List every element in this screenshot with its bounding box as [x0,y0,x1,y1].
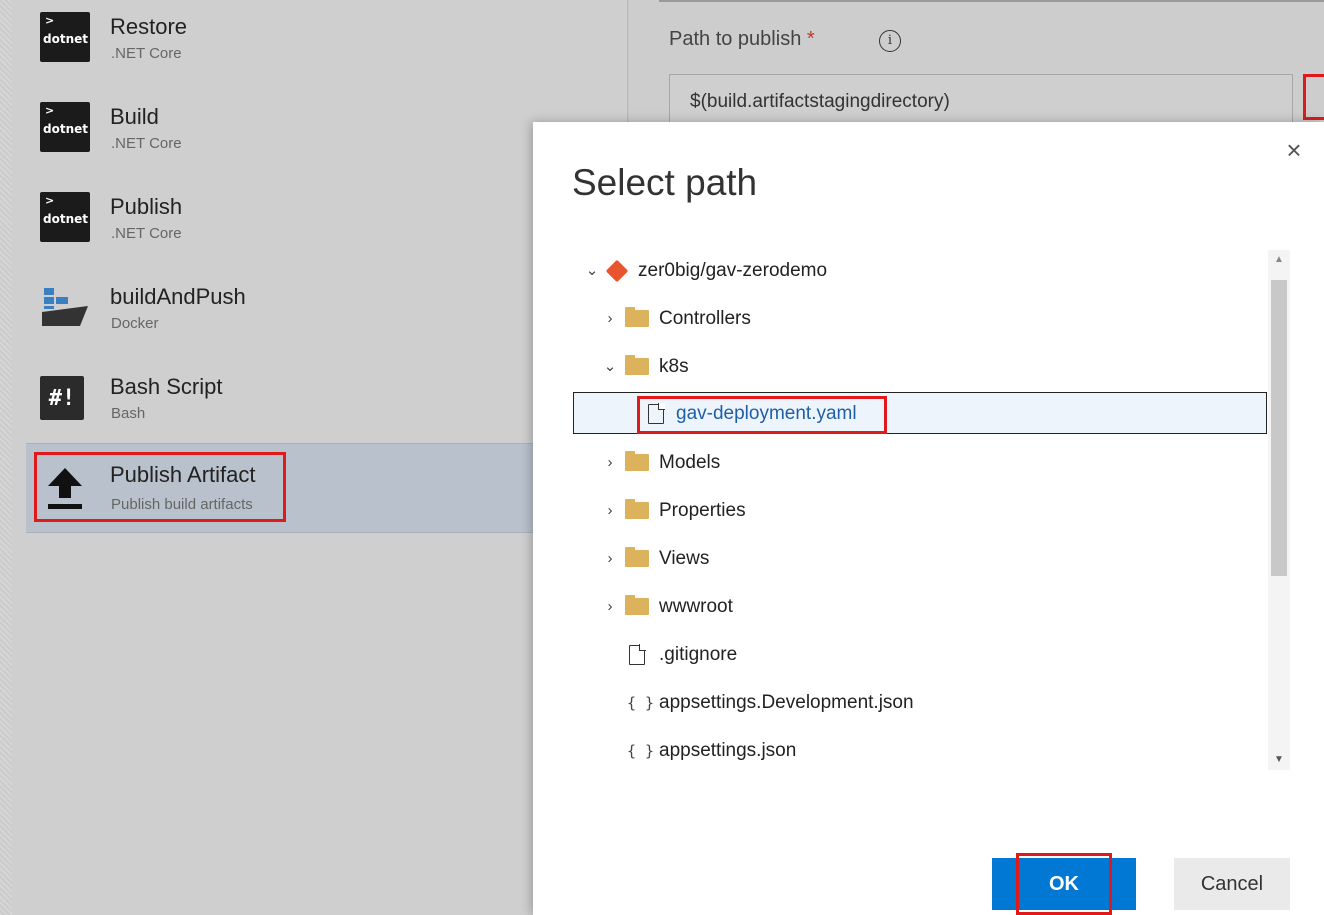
info-icon[interactable]: i [879,30,901,52]
scroll-down-icon[interactable]: ▼ [1268,750,1290,770]
task-subtitle: .NET Core [111,225,182,242]
task-title: buildAndPush [110,284,246,309]
tree-scrollbar[interactable]: ▲ ▼ [1268,250,1290,770]
divider [659,0,1324,2]
file-icon [629,644,646,665]
json-braces-icon: { } [627,694,655,712]
select-path-dialog: × Select path ⌄ zer0big/gav-zerodemo › C… [533,122,1324,915]
dialog-title: Select path [572,162,758,203]
task-subtitle: Docker [111,315,159,332]
chevron-down-icon[interactable]: ⌄ [603,346,617,388]
dotnet-icon: > dotnet [40,12,90,62]
scrollbar-thumb[interactable] [1271,280,1287,576]
task-title: Restore [110,14,188,39]
task-subtitle: .NET Core [111,45,182,62]
tree-item-repo[interactable]: ⌄ zer0big/gav-zerodemo [573,250,1267,292]
chevron-right-icon[interactable]: › [603,298,617,340]
highlight-selected-file [637,396,887,434]
task-subtitle: Bash [111,405,146,422]
scroll-up-icon[interactable]: ▲ [1268,250,1290,270]
chevron-right-icon[interactable]: › [603,586,617,628]
docker-icon [40,282,90,332]
task-restore[interactable]: > dotnet Restore .NET Core [26,0,628,90]
folder-icon [625,451,649,471]
chevron-down-icon[interactable]: ⌄ [585,250,599,292]
tree-item-folder[interactable]: › Properties [573,490,1267,532]
tree-item-file[interactable]: .gitignore [573,634,1267,676]
folder-icon [625,499,649,519]
tree-item-folder[interactable]: › Controllers [573,298,1267,340]
task-title: Bash Script [110,374,223,399]
folder-icon [625,307,649,327]
git-repo-icon [605,259,629,283]
task-title: Publish [110,194,183,219]
json-braces-icon: { } [627,742,655,760]
browse-path-button[interactable] [1303,74,1324,120]
task-subtitle: .NET Core [111,135,182,152]
path-tree: ⌄ zer0big/gav-zerodemo › Controllers ⌄ k… [573,250,1293,770]
path-to-publish-label: Path to publish * [669,28,815,50]
tree-item-json[interactable]: { } appsettings.Development.json [573,682,1267,724]
tree-item-folder[interactable]: › Views [573,538,1267,580]
cancel-button[interactable]: Cancel [1174,858,1290,910]
chevron-right-icon[interactable]: › [603,538,617,580]
tree-item-folder[interactable]: › wwwroot [573,586,1267,628]
tree-item-json[interactable]: { } appsettings.json [573,730,1267,770]
path-to-publish-input[interactable]: $(build.artifactstagingdirectory) [669,74,1293,128]
dotnet-icon: > dotnet [40,102,90,152]
dotnet-icon: > dotnet [40,192,90,242]
folder-icon [625,547,649,567]
folder-icon [625,355,649,375]
chevron-right-icon[interactable]: › [603,490,617,532]
highlight-ok-button [1016,853,1112,915]
task-title: Build [110,104,159,129]
tree-item-folder[interactable]: › Models [573,442,1267,484]
highlight-publish-artifact [34,452,286,522]
tree-item-folder[interactable]: ⌄ k8s [573,346,1267,388]
bash-icon: #! [40,376,84,420]
chevron-right-icon[interactable]: › [603,442,617,484]
folder-icon [625,595,649,615]
close-icon[interactable]: × [1280,136,1308,164]
